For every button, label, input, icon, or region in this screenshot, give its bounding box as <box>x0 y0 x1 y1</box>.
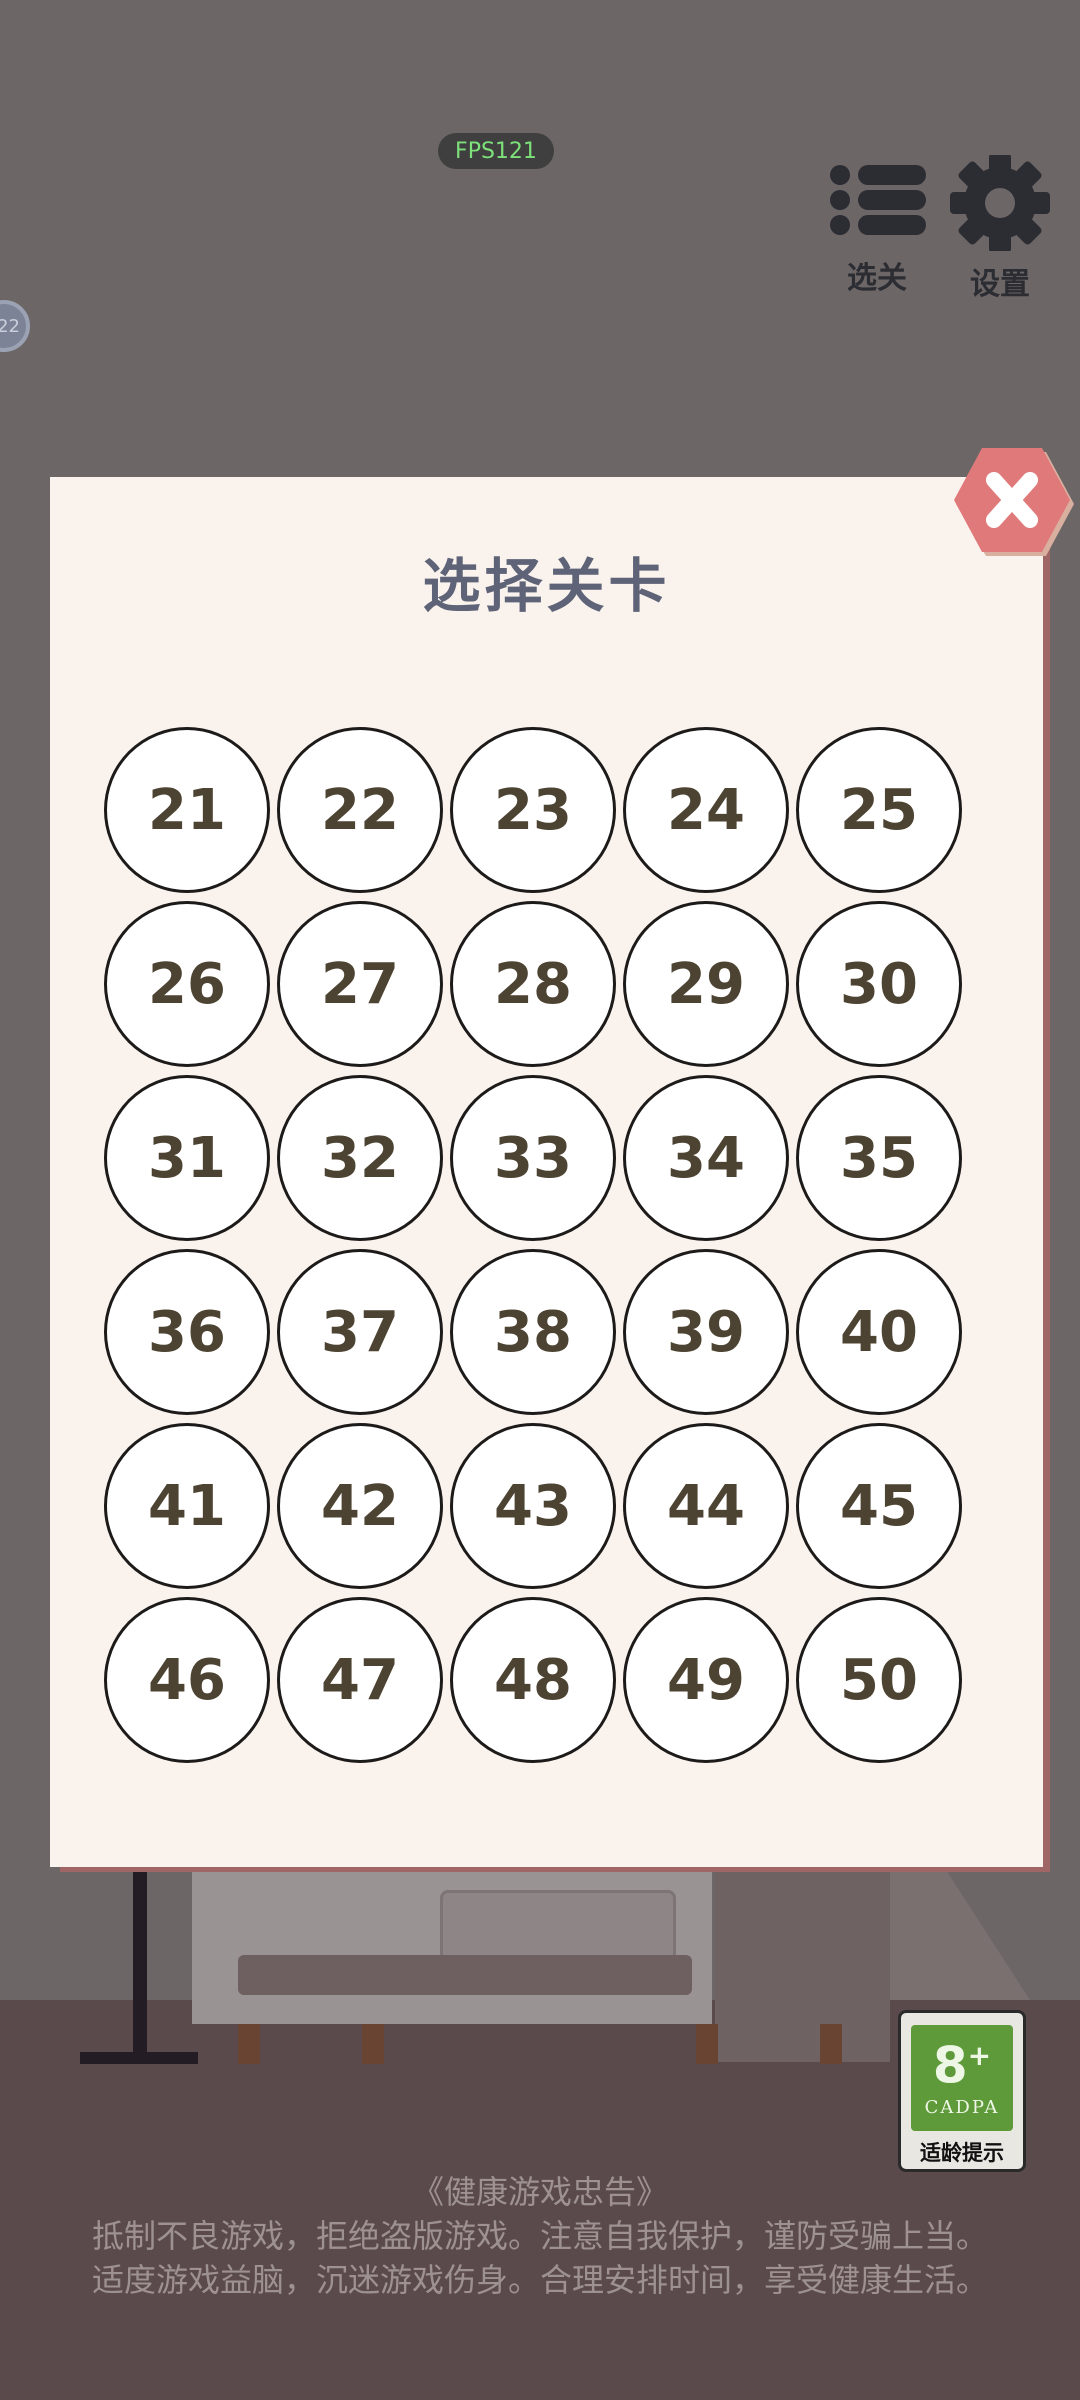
age-rating-box: 8+ CADPA <box>911 2025 1013 2131</box>
level-button[interactable]: 39 <box>623 1249 789 1415</box>
door <box>715 1870 890 2062</box>
level-button[interactable]: 25 <box>796 727 962 893</box>
level-button[interactable]: 46 <box>104 1597 270 1763</box>
level-select-dialog: 选择关卡 21 22 23 24 25 26 27 28 29 30 31 32 33 34 35 36 37 3… <box>50 477 1043 1867</box>
sofa-leg <box>696 2024 718 2064</box>
level-button[interactable]: 34 <box>623 1075 789 1241</box>
sofa-cushion <box>238 1955 692 1995</box>
level-button[interactable]: 32 <box>277 1075 443 1241</box>
level-button[interactable]: 31 <box>104 1075 270 1241</box>
level-button[interactable]: 23 <box>450 727 616 893</box>
level-button[interactable]: 28 <box>450 901 616 1067</box>
level-button[interactable]: 50 <box>796 1597 962 1763</box>
avatar-text: 22 <box>0 315 20 337</box>
level-select-button[interactable]: 选关 <box>822 155 932 297</box>
level-button[interactable]: 22 <box>277 727 443 893</box>
close-button[interactable] <box>952 448 1076 558</box>
sofa-seat <box>440 1890 676 1962</box>
level-button[interactable]: 35 <box>796 1075 962 1241</box>
notice-line: 抵制不良游戏，拒绝盗版游戏。注意自我保护，谨防受骗上当。 <box>91 2217 988 2255</box>
settings-label: 设置 <box>970 267 1030 302</box>
level-grid: 21 22 23 24 25 26 27 28 29 30 31 32 33 34 35 36 37 38 39 40… <box>104 727 976 1763</box>
level-button[interactable]: 43 <box>450 1423 616 1589</box>
level-button[interactable]: 38 <box>450 1249 616 1415</box>
close-icon <box>954 448 1074 556</box>
level-button[interactable]: 41 <box>104 1423 270 1589</box>
age-tip: 适龄提示 <box>920 2141 1004 2165</box>
sofa-leg <box>238 2024 260 2064</box>
level-button[interactable]: 36 <box>104 1249 270 1415</box>
sofa-leg <box>820 2024 842 2064</box>
sofa-leg <box>362 2024 384 2064</box>
fps-counter: FPS121 <box>438 133 554 169</box>
health-notice: 《健康游戏忠告》 抵制不良游戏，拒绝盗版游戏。注意自我保护，谨防受骗上当。 适度… <box>0 2170 1080 2302</box>
dialog-title: 选择关卡 <box>422 552 671 620</box>
level-button[interactable]: 49 <box>623 1597 789 1763</box>
level-select-label: 选关 <box>847 261 907 296</box>
level-button[interactable]: 30 <box>796 901 962 1067</box>
level-button[interactable]: 47 <box>277 1597 443 1763</box>
level-button[interactable]: 24 <box>623 727 789 893</box>
settings-button[interactable]: 设置 <box>945 153 1055 303</box>
notice-line: 适度游戏益脑，沉迷游戏伤身。合理安排时间，享受健康生活。 <box>91 2261 988 2299</box>
level-button[interactable]: 33 <box>450 1075 616 1241</box>
gear-icon <box>950 153 1050 253</box>
level-button[interactable]: 45 <box>796 1423 962 1589</box>
level-button[interactable]: 27 <box>277 901 443 1067</box>
level-button[interactable]: 37 <box>277 1249 443 1415</box>
rating-org: CADPA <box>924 2096 1000 2118</box>
notice-title: 《健康游戏忠告》 <box>411 2173 668 2211</box>
level-button[interactable]: 40 <box>796 1249 962 1415</box>
level-button[interactable]: 29 <box>623 901 789 1067</box>
list-icon <box>830 165 926 235</box>
age-rating-badge: 8+ CADPA 适龄提示 <box>898 2010 1026 2172</box>
level-button[interactable]: 26 <box>104 901 270 1067</box>
floor-lamp <box>133 1870 147 2060</box>
level-button[interactable]: 44 <box>623 1423 789 1589</box>
level-button[interactable]: 42 <box>277 1423 443 1589</box>
level-button[interactable]: 21 <box>104 727 270 893</box>
floor-lamp-base <box>80 2052 198 2064</box>
age-value: 8+ <box>932 2036 992 2095</box>
level-button[interactable]: 48 <box>450 1597 616 1763</box>
